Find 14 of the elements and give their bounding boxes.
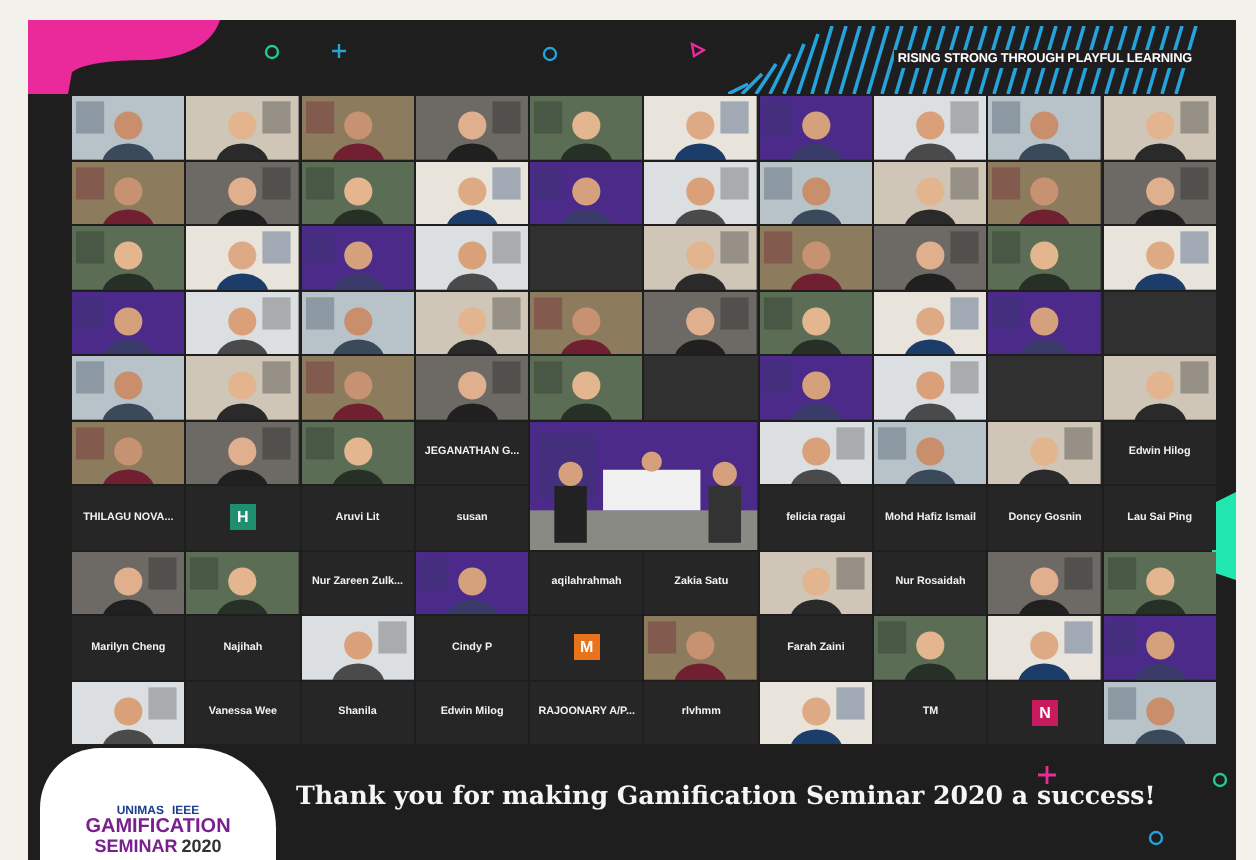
logo-year: 2020 [181, 838, 222, 856]
triangle-icon [690, 42, 706, 58]
thank-you-message: Thank you for making Gamification Seminar 2020 a success! [296, 779, 1156, 809]
avatar-initial: M [573, 634, 600, 661]
plus-icon [1038, 766, 1056, 784]
avatar-initial: H [229, 504, 256, 531]
avatar-initial: N [1032, 699, 1059, 726]
logo-title: GAMIFICATION [85, 818, 231, 838]
circle-icon [542, 46, 558, 62]
plus-icon [332, 44, 346, 58]
logo-subtitle: SEMINAR [94, 838, 178, 856]
circle-icon [264, 44, 280, 60]
circle-icon [1212, 772, 1228, 788]
circle-icon [1148, 830, 1164, 846]
